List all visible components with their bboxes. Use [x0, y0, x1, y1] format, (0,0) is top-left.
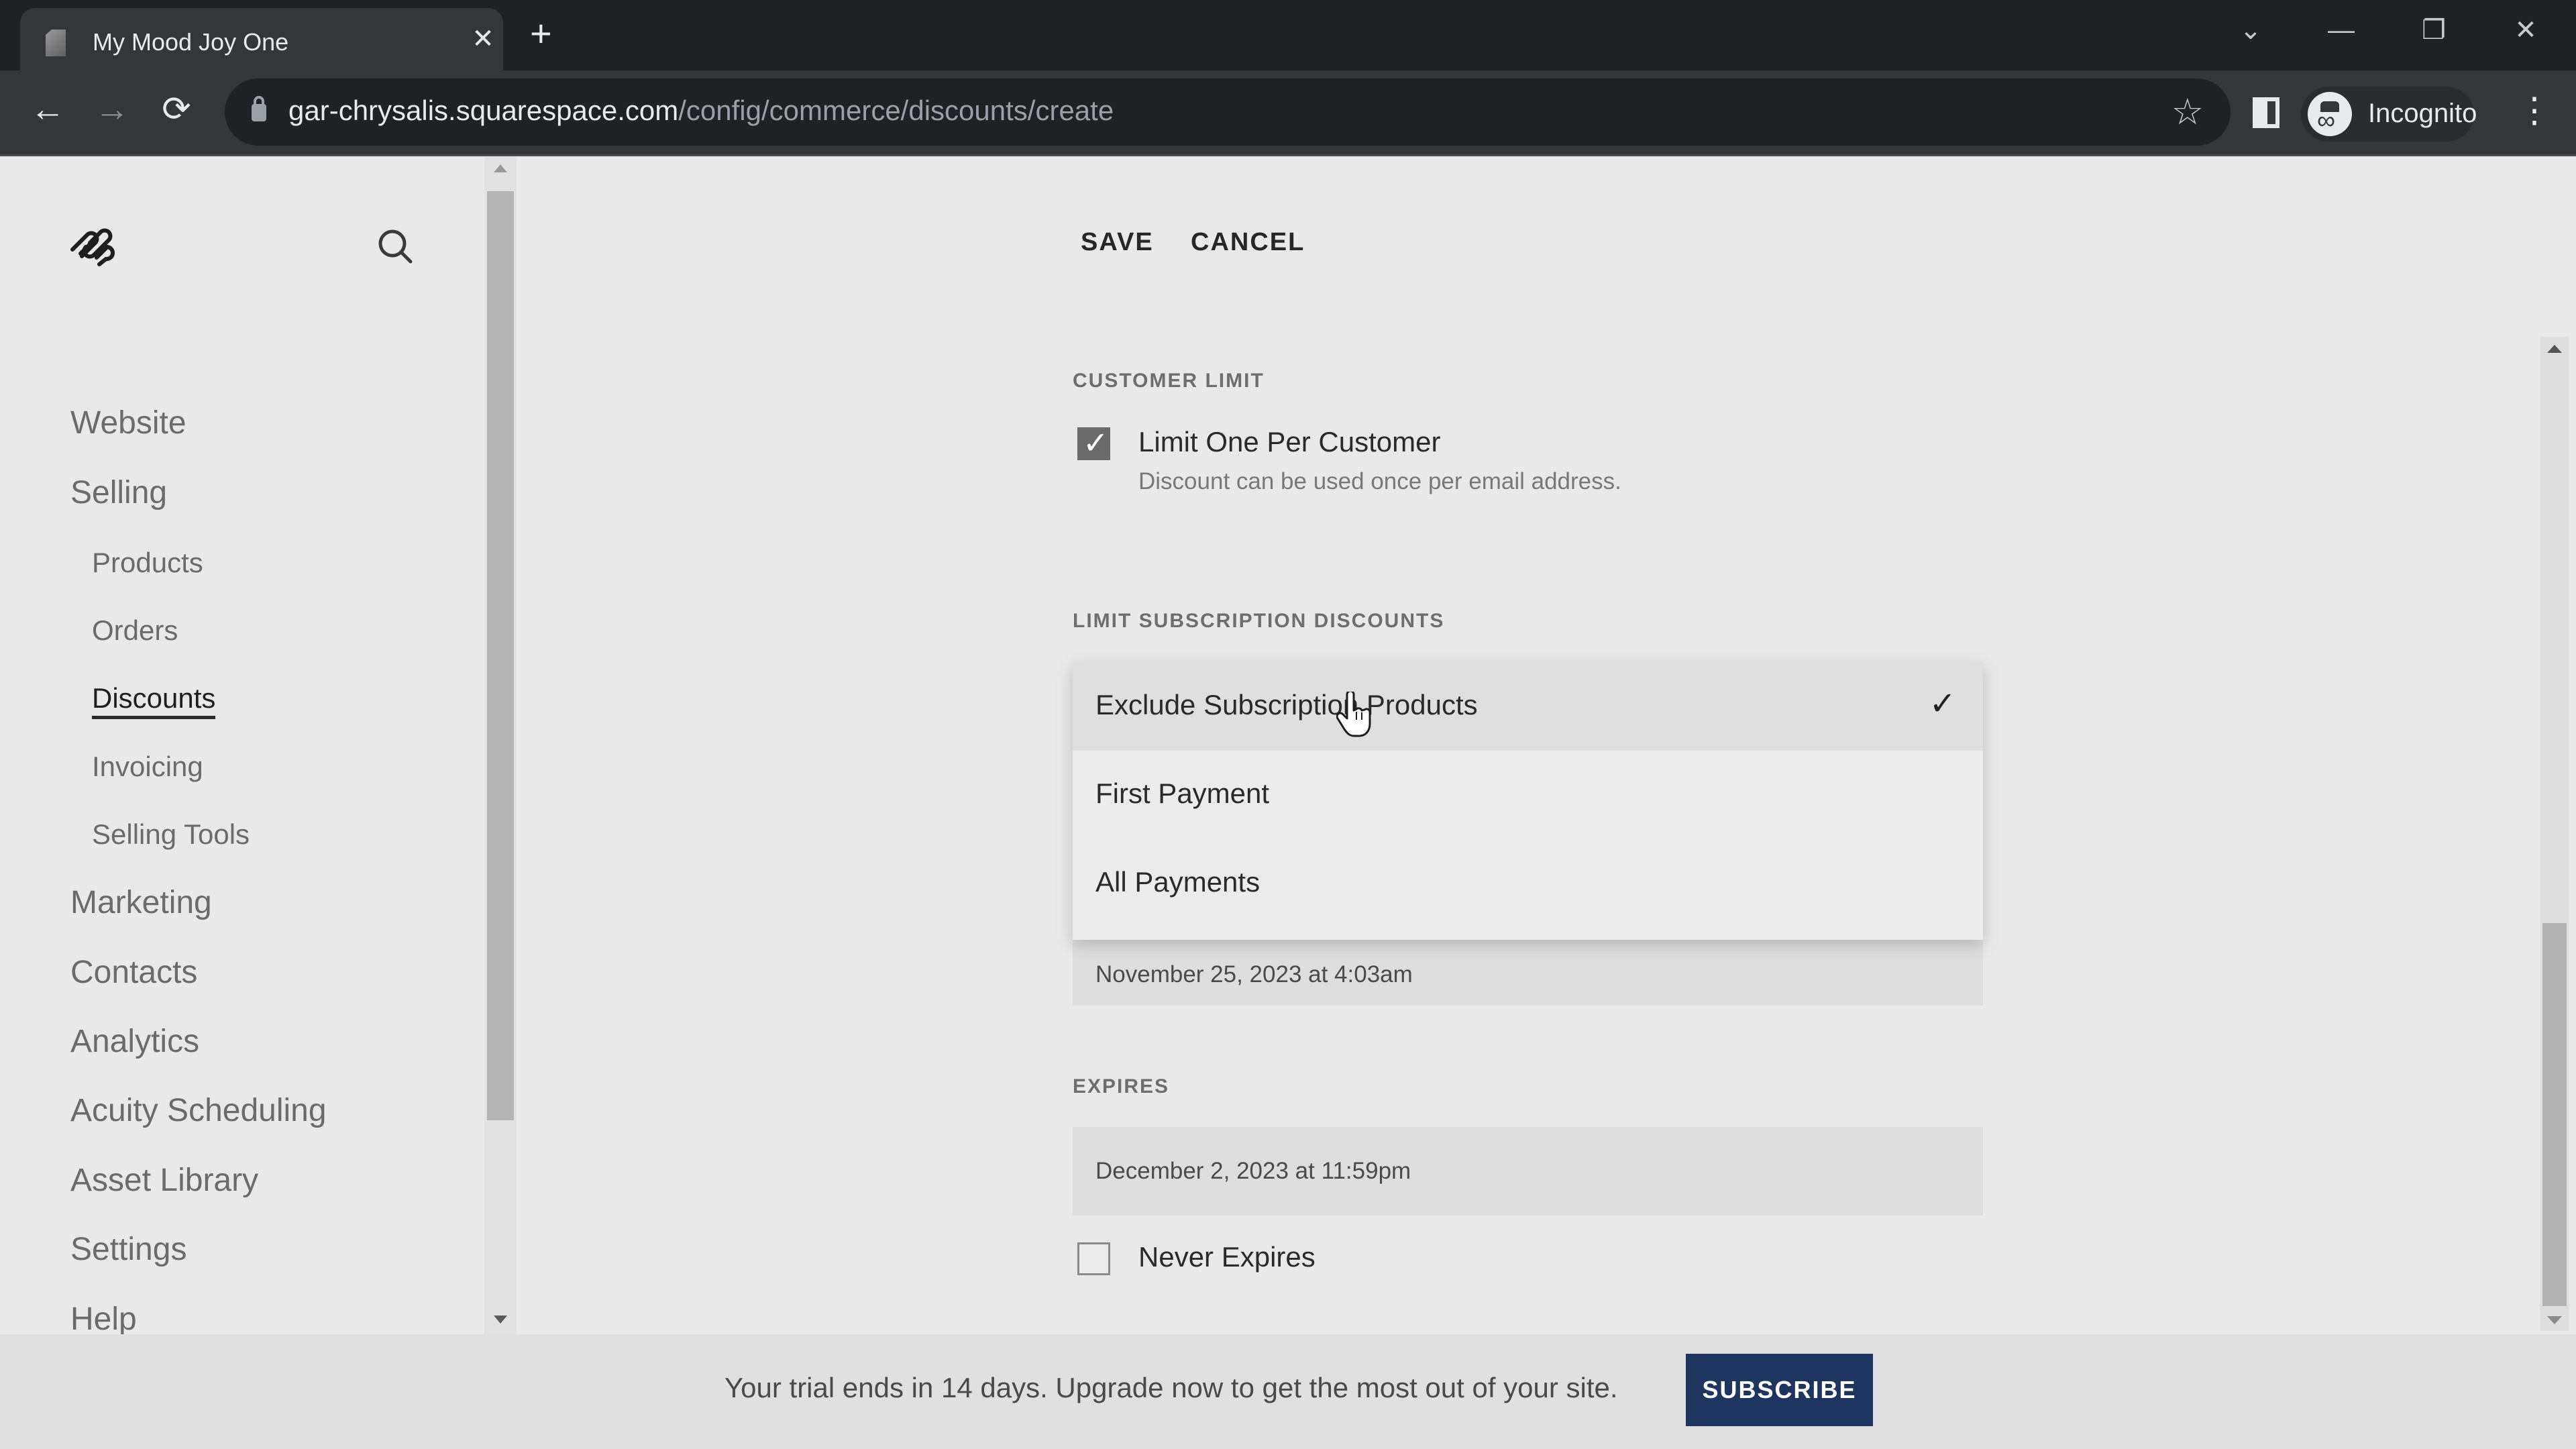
bookmark-star-icon[interactable]: ☆: [2171, 91, 2204, 133]
tab-search-chevron-icon[interactable]: ⌄: [2231, 13, 2271, 47]
back-icon[interactable]: ←: [24, 89, 71, 129]
url-host: gar-chrysalis.squarespace.com: [288, 95, 679, 126]
option-label: All Payments: [1095, 866, 1260, 898]
start-date-value: November 25, 2023 at 4:03am: [1095, 961, 1413, 987]
address-bar[interactable]: gar-chrysalis.squarespace.com/config/com…: [225, 78, 2231, 146]
dropdown-option-first-payment[interactable]: First Payment: [1073, 751, 1983, 839]
sidebar-item-analytics[interactable]: Analytics: [70, 1023, 199, 1060]
restore-icon[interactable]: ❐: [2414, 13, 2454, 47]
sidebar-item-products[interactable]: Products: [92, 547, 203, 579]
subscription-limit-dropdown[interactable]: Exclude Subscription Products ✓ First Pa…: [1073, 662, 1983, 940]
dropdown-option-exclude-subscription-products[interactable]: Exclude Subscription Products ✓: [1073, 662, 1983, 751]
reload-icon[interactable]: ⟳: [153, 89, 200, 129]
url-text[interactable]: gar-chrysalis.squarespace.com/config/com…: [288, 95, 1114, 127]
profile-label: Incognito: [2368, 99, 2477, 128]
save-button[interactable]: SAVE: [1081, 228, 1154, 257]
expires-label: EXPIRES: [1073, 1075, 1170, 1097]
window-close-icon[interactable]: ✕: [2506, 13, 2546, 47]
never-expires-checkbox[interactable]: [1077, 1242, 1110, 1275]
lock-icon[interactable]: [252, 96, 266, 121]
browser-tab-bar: My Mood Joy One ✕ + ⌄ — ❐ ✕: [0, 0, 2576, 70]
sidebar-item-selling-tools[interactable]: Selling Tools: [92, 818, 250, 851]
sidebar-item-orders[interactable]: Orders: [92, 614, 178, 647]
sidebar-scrollbar-thumb[interactable]: [487, 191, 514, 1120]
browser-tab[interactable]: My Mood Joy One ✕: [20, 8, 503, 70]
sidebar-item-marketing[interactable]: Marketing: [70, 884, 212, 921]
scroll-down-arrow-icon[interactable]: [2547, 1316, 2562, 1324]
search-icon[interactable]: [376, 227, 416, 267]
squarespace-logo-icon[interactable]: [67, 227, 118, 270]
expires-date-value: December 2, 2023 at 11:59pm: [1095, 1158, 1411, 1184]
minimize-icon[interactable]: —: [2321, 13, 2361, 47]
tab-close-icon[interactable]: ✕: [468, 24, 498, 54]
tab-title: My Mood Joy One: [93, 28, 289, 56]
browser-menu-icon[interactable]: ⋮: [2517, 91, 2552, 131]
dropdown-option-all-payments[interactable]: All Payments: [1073, 839, 1983, 940]
sidebar: Website Selling Products Orders Discount…: [0, 156, 519, 1337]
scroll-up-arrow-icon[interactable]: [2547, 345, 2562, 353]
scroll-down-arrow-icon[interactable]: [494, 1316, 507, 1324]
sidebar-scrollbar[interactable]: [484, 156, 517, 1334]
expires-date-field[interactable]: December 2, 2023 at 11:59pm: [1073, 1127, 1983, 1216]
new-tab-button[interactable]: +: [530, 15, 552, 52]
selected-check-icon: ✓: [1929, 686, 1956, 722]
site-favicon-icon: [46, 30, 66, 56]
sidebar-item-invoicing[interactable]: Invoicing: [92, 751, 203, 783]
never-expires-label[interactable]: Never Expires: [1138, 1241, 1316, 1273]
sidebar-item-selling[interactable]: Selling: [70, 474, 167, 511]
customer-limit-description: Discount can be used once per email addr…: [1138, 468, 1621, 494]
sidebar-item-settings[interactable]: Settings: [70, 1231, 186, 1268]
limit-subscription-discounts-label: LIMIT SUBSCRIPTION DISCOUNTS: [1073, 610, 1445, 632]
sidebar-item-website[interactable]: Website: [70, 405, 186, 441]
main-scrollbar[interactable]: [2540, 337, 2569, 1331]
cancel-button[interactable]: CANCEL: [1191, 228, 1305, 257]
sidebar-item-help[interactable]: Help: [70, 1301, 137, 1338]
incognito-icon: [2308, 92, 2352, 136]
browser-toolbar: ← → ⟳ gar-chrysalis.squarespace.com/conf…: [0, 70, 2576, 156]
sidebar-item-contacts[interactable]: Contacts: [70, 954, 197, 991]
incognito-profile-button[interactable]: Incognito: [2301, 87, 2477, 142]
trial-banner: Your trial ends in 14 days. Upgrade now …: [0, 1334, 2576, 1449]
side-panel-icon[interactable]: [2253, 97, 2279, 128]
customer-limit-label: CUSTOMER LIMIT: [1073, 370, 1265, 392]
option-label: Exclude Subscription Products: [1095, 689, 1478, 720]
limit-one-per-customer-label[interactable]: Limit One Per Customer: [1138, 426, 1440, 458]
trial-message: Your trial ends in 14 days. Upgrade now …: [724, 1372, 1618, 1403]
sidebar-item-asset-library[interactable]: Asset Library: [70, 1162, 258, 1199]
url-path: /config/commerce/discounts/create: [678, 95, 1114, 126]
sidebar-item-discounts[interactable]: Discounts: [92, 682, 216, 719]
limit-one-per-customer-checkbox[interactable]: [1077, 425, 1110, 461]
main-scrollbar-thumb[interactable]: [2542, 923, 2567, 1306]
subscribe-button[interactable]: SUBSCRIBE: [1686, 1354, 1873, 1426]
sidebar-item-acuity-scheduling[interactable]: Acuity Scheduling: [70, 1092, 327, 1129]
hand-pointer-cursor-icon: [1336, 692, 1371, 737]
scroll-up-arrow-icon[interactable]: [494, 164, 507, 172]
forward-icon[interactable]: →: [89, 89, 136, 129]
discount-editor-panel: SAVE CANCEL CUSTOMER LIMIT Limit One Per…: [519, 156, 2576, 1334]
option-label: First Payment: [1095, 777, 1270, 809]
